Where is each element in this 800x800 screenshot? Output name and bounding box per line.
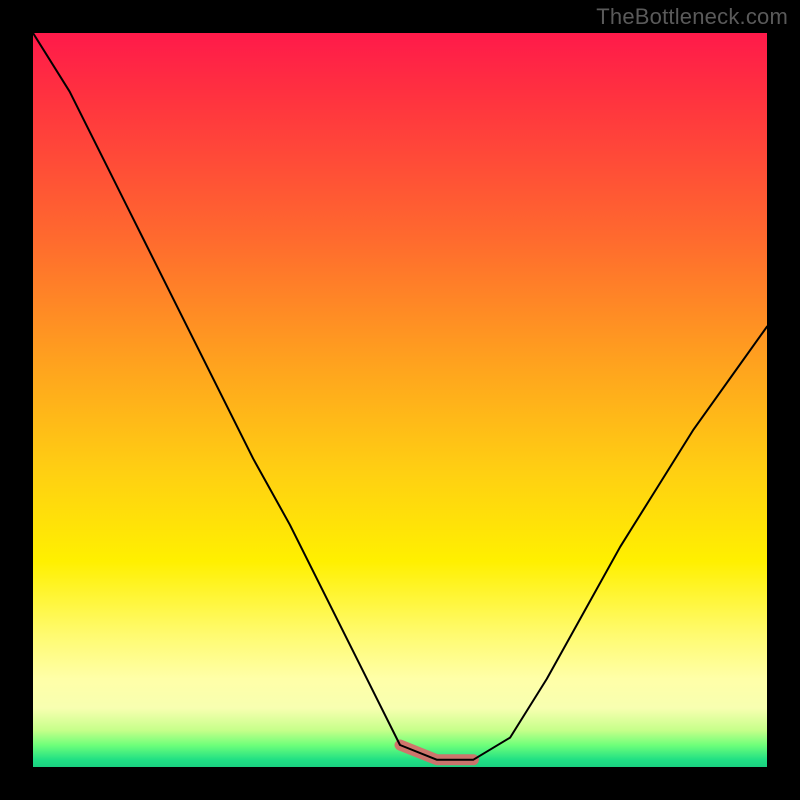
bottleneck-curve	[33, 33, 767, 760]
valley-highlight	[400, 745, 473, 760]
plot-area	[33, 33, 767, 767]
watermark-text: TheBottleneck.com	[596, 4, 788, 30]
chart-frame: TheBottleneck.com	[0, 0, 800, 800]
chart-overlay	[33, 33, 767, 767]
